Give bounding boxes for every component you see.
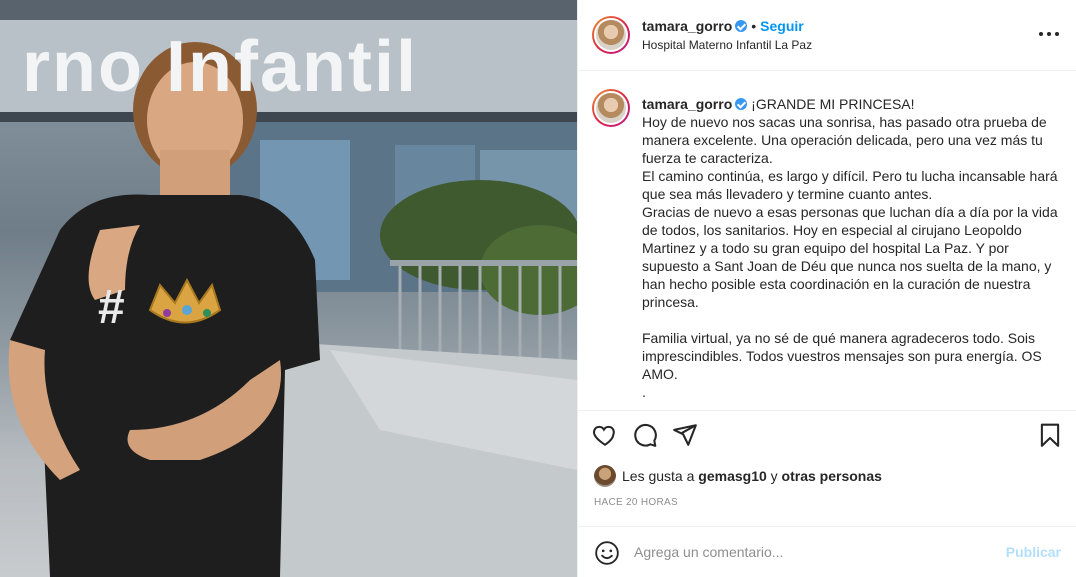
comment-icon[interactable] <box>632 422 660 450</box>
publish-button[interactable]: Publicar <box>1006 544 1061 560</box>
caption-paragraph: Familia virtual, ya no sé de qué manera … <box>642 330 1042 382</box>
author-username[interactable]: tamara_gorro <box>642 18 732 34</box>
caption-paragraph: El camino continúa, es largo y difícil. … <box>642 168 1058 202</box>
photo-sign-text: rno Infantil <box>22 27 418 107</box>
verified-badge-icon <box>735 98 748 110</box>
heart-icon[interactable] <box>592 422 620 450</box>
follow-button[interactable]: Seguir <box>760 18 804 34</box>
more-horizontal-icon[interactable] <box>1037 26 1061 44</box>
caption-username[interactable]: tamara_gorro <box>642 96 732 112</box>
post-photo[interactable]: rno Infantil # <box>0 0 577 577</box>
caption-avatar[interactable] <box>592 89 630 127</box>
photo-shirt-hash: # <box>98 281 125 334</box>
post-timestamp[interactable]: HACE 20 HORAS <box>594 497 678 508</box>
verified-badge-icon <box>735 20 748 32</box>
post-header: tamara_gorro • Seguir Hospital Materno Inf… <box>578 0 1076 71</box>
author-line: tamara_gorro • Seguir <box>642 18 804 34</box>
bookmark-icon[interactable] <box>1037 422 1065 450</box>
likes-joiner: y <box>770 468 778 484</box>
caption-paragraph: Hoy de nuevo nos sacas una sonrisa, has … <box>642 114 1047 166</box>
author-avatar[interactable] <box>592 16 630 54</box>
caption-section: tamara_gorro ¡GRANDE MI PRINCESA! Hoy de… <box>578 71 1076 411</box>
comment-bar: Publicar <box>578 526 1076 577</box>
likes-user-link[interactable]: gemasg10 <box>698 468 766 484</box>
post-location[interactable]: Hospital Materno Infantil La Paz <box>642 38 812 52</box>
likes-others-link[interactable]: otras personas <box>782 468 882 484</box>
caption-paragraph: Gracias de nuevo a esas personas que luc… <box>642 204 1058 310</box>
comment-input[interactable] <box>634 541 994 563</box>
smiley-icon[interactable] <box>594 540 620 566</box>
caption-paragraph: . <box>642 384 646 400</box>
caption-text: tamara_gorro ¡GRANDE MI PRINCESA! Hoy de… <box>642 95 1062 401</box>
likes-prefix: Les gusta a <box>622 468 695 484</box>
liker-avatar[interactable] <box>594 465 616 487</box>
paper-plane-icon[interactable] <box>672 422 700 450</box>
post-actions <box>578 420 1076 452</box>
separator-dot: • <box>751 18 757 34</box>
likes-summary: Les gusta a gemasg10 y otras personas <box>594 464 882 488</box>
caption-first-line: ¡GRANDE MI PRINCESA! <box>751 96 915 112</box>
post-side-panel: tamara_gorro • Seguir Hospital Materno Inf… <box>577 0 1076 577</box>
